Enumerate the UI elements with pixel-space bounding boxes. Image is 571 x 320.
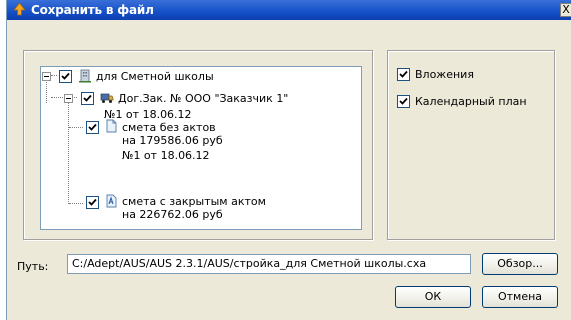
save-to-file-dialog: Сохранить в файл X для Сметной школы Дог… <box>6 0 571 320</box>
path-label: Путь: <box>17 260 49 273</box>
collapse-toggle-root[interactable] <box>42 72 51 81</box>
path-input[interactable]: C:/Adept/AUS/AUS 2.3.1/AUS/стройка_для С… <box>67 254 471 274</box>
document-act-icon <box>106 194 117 208</box>
estimate2-line3-text: на 226762.06 руб <box>122 208 223 221</box>
tree-node-contract[interactable]: Дог.Зак. № ООО "Заказчик 1" <box>41 91 341 105</box>
title-bar[interactable]: Сохранить в файл X <box>7 0 571 20</box>
document-tree[interactable]: для Сметной школы Дог.Зак. № ООО "Заказч… <box>40 66 362 230</box>
tree-node-root-label: для Сметной школы <box>96 70 214 83</box>
tree-node-contract-label: Дог.Зак. № ООО "Заказчик 1" <box>118 92 289 105</box>
dialog-title: Сохранить в файл <box>31 3 154 17</box>
option-calendar-plan-label: Календарный план <box>415 95 527 108</box>
checkbox-root[interactable] <box>59 70 72 83</box>
document-icon <box>106 119 117 133</box>
checkbox-attachments[interactable] <box>397 68 410 81</box>
ok-button[interactable]: ОК <box>395 286 471 308</box>
checkbox-contract[interactable] <box>81 92 94 105</box>
truck-icon <box>100 93 114 103</box>
save-app-icon <box>13 2 26 16</box>
building-icon <box>79 69 91 83</box>
checkbox-estimate1[interactable] <box>86 121 99 134</box>
option-attachments-label: Вложения <box>415 68 474 81</box>
checkbox-calendar-plan[interactable] <box>397 95 410 108</box>
estimate2-line2-text: смета с закрытым актом <box>122 195 266 208</box>
browse-button[interactable]: Обзор... <box>482 253 558 275</box>
checkbox-estimate2[interactable] <box>86 196 99 209</box>
estimate1-line3: на 179586.06 руб <box>122 134 223 147</box>
close-button[interactable]: X <box>560 3 571 17</box>
estimate1-line2: смета без актов <box>122 121 216 134</box>
collapse-toggle-contract[interactable] <box>64 94 73 103</box>
estimate2-line1: №1 от 18.06.12 <box>122 149 210 162</box>
cancel-button[interactable]: Отмена <box>482 286 558 308</box>
tree-node-root[interactable]: для Сметной школы <box>41 69 341 83</box>
